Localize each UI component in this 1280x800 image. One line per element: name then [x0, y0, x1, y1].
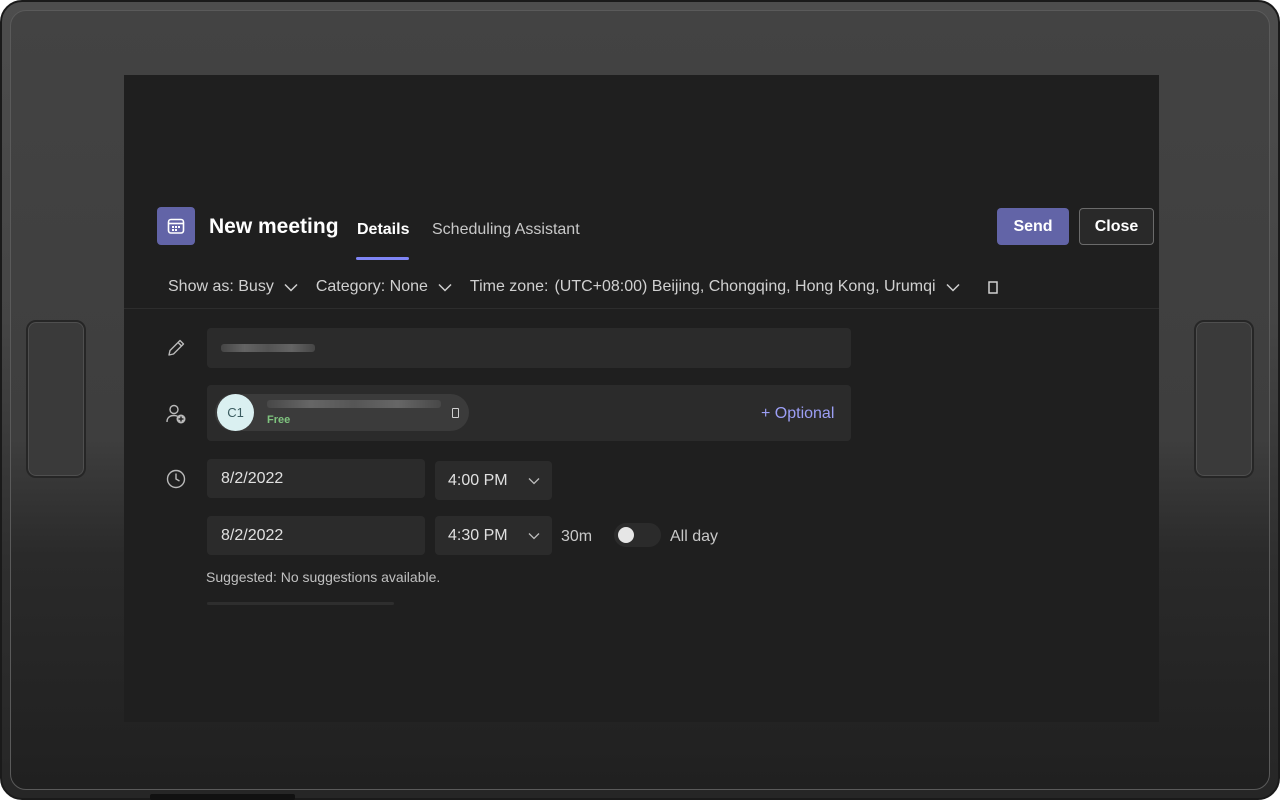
chevron-down-icon: [438, 283, 452, 292]
add-person-icon: [166, 404, 186, 424]
suggestions-text: Suggested: No suggestions available.: [206, 569, 441, 585]
left-handle: [26, 320, 86, 478]
toggle-knob: [618, 527, 634, 543]
start-time-value: 4:00 PM: [448, 471, 508, 489]
right-handle: [1194, 320, 1254, 478]
toolbar-divider: [124, 308, 1159, 309]
end-time-dropdown[interactable]: 4:30 PM: [435, 516, 552, 555]
clock-icon: [166, 469, 186, 489]
redacted-title: [221, 344, 315, 352]
chevron-down-icon: [528, 477, 540, 484]
tab-details[interactable]: Details: [357, 221, 409, 239]
send-button[interactable]: Send: [997, 208, 1069, 245]
category-label: Category: None: [315, 278, 428, 295]
device-foot: [150, 794, 295, 800]
remove-attendee-icon[interactable]: [452, 408, 459, 418]
time-zone-dropdown[interactable]: Time zone: (UTC+08:00) Beijing, Chongqin…: [470, 278, 978, 296]
start-date-input[interactable]: 8/2/2022: [207, 459, 425, 498]
add-optional-link[interactable]: + Optional: [761, 405, 834, 423]
close-button[interactable]: Close: [1079, 208, 1154, 245]
all-day-label: All day: [670, 528, 719, 545]
avatar: C1: [217, 394, 254, 431]
pencil-icon: [168, 339, 185, 356]
all-day-toggle[interactable]: [614, 523, 661, 547]
pop-out-icon[interactable]: [987, 280, 998, 294]
active-tab-indicator: [356, 257, 409, 260]
time-zone-value: (UTC+08:00) Beijing, Chongqing, Hong Kon…: [554, 278, 936, 295]
duration-label: 30m: [561, 528, 593, 545]
page-title: New meeting: [209, 215, 339, 238]
start-time-dropdown[interactable]: 4:00 PM: [435, 461, 552, 500]
meeting-title-input[interactable]: [207, 328, 851, 368]
teams-screen: New meeting Details Scheduling Assistant…: [124, 75, 1159, 722]
tab-scheduling-assistant[interactable]: Scheduling Assistant: [432, 221, 580, 239]
category-dropdown[interactable]: Category: None: [316, 278, 470, 296]
suggestions-divider: [207, 602, 394, 605]
attendee-status: Free: [267, 414, 291, 426]
chevron-down-icon: [528, 532, 540, 539]
chevron-down-icon: [284, 283, 298, 292]
chevron-down-icon: [946, 283, 960, 292]
attendees-input[interactable]: C1 Free: [207, 385, 851, 441]
end-time-value: 4:30 PM: [448, 526, 508, 544]
attendee-chip[interactable]: C1 Free: [215, 394, 469, 431]
show-as-label: Show as: Busy: [168, 278, 274, 295]
calendar-icon: [157, 207, 195, 245]
show-as-dropdown[interactable]: Show as: Busy: [168, 278, 316, 296]
time-zone-label: Time zone:: [469, 278, 549, 295]
meeting-options-toolbar: Show as: Busy Category: None Time zone: …: [168, 275, 998, 299]
end-date-input[interactable]: 8/2/2022: [207, 516, 425, 555]
redacted-attendee-name: [267, 400, 441, 408]
